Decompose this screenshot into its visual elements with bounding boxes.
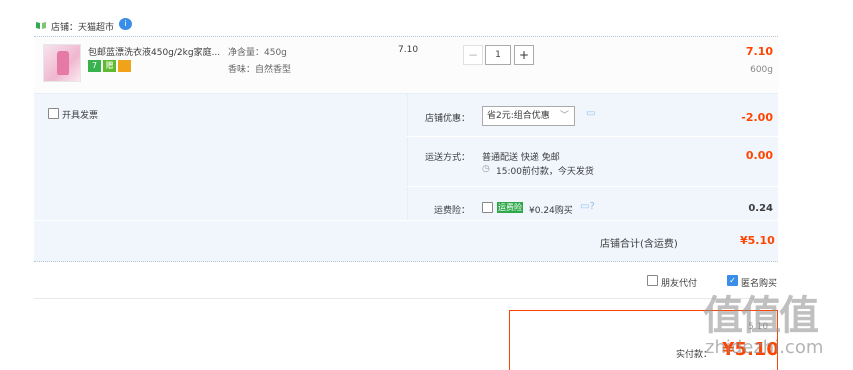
product-badges: 7赠	[88, 60, 133, 72]
shipping-label: 运送方式：	[425, 153, 471, 163]
shipping-note: 15:00前付款，今天发货	[496, 167, 594, 177]
seven-day-return-icon: 7	[88, 60, 101, 72]
divider	[407, 136, 778, 137]
divider	[407, 186, 778, 187]
gift-badge-icon: 赠	[103, 60, 116, 72]
divider	[34, 298, 778, 299]
wangwang-chat-icon[interactable]: i	[119, 18, 132, 30]
watermark-logo: 值值值	[703, 293, 819, 339]
discount-select-value: 省2元:组合优惠	[487, 111, 550, 121]
chevron-down-icon: ﹀	[559, 111, 569, 121]
shipping-method: 普通配送 快递 免邮	[482, 153, 560, 163]
insurance-tag: 运费险	[497, 202, 523, 213]
shipping-value: 0.00	[745, 149, 773, 162]
invoice-checkbox[interactable]	[48, 108, 59, 119]
shop-name[interactable]: 店铺：天猫超市	[51, 20, 114, 33]
shop-subtotal-label: 店铺合计(含运费)	[600, 239, 678, 250]
sku-weight: 净含量：450g	[228, 48, 287, 58]
quantity-decrease-button[interactable]: −	[463, 45, 483, 65]
discount-select[interactable]: 省2元:组合优惠 ﹀	[482, 106, 575, 126]
watermark-url: zhidezhi.com	[705, 337, 824, 358]
insurance-checkbox[interactable]	[482, 202, 493, 213]
insurance-label: 运费险：	[434, 206, 471, 216]
shop-subtotal-value: ¥5.10	[740, 234, 775, 247]
insurance-text: ¥0.24购买	[529, 206, 573, 216]
product-thumbnail[interactable]	[43, 44, 81, 82]
discount-label: 店铺优惠：	[425, 114, 471, 124]
quantity-increase-button[interactable]: +	[514, 45, 534, 65]
discount-info-icon[interactable]: ▭	[586, 108, 595, 119]
divider	[34, 220, 778, 221]
item-weight: 600g	[750, 65, 773, 75]
clock-icon: ◷	[482, 164, 490, 174]
insurance-value: 0.24	[748, 203, 773, 214]
sku-scent: 香味：自然香型	[228, 65, 292, 75]
quantity-input[interactable]: 1	[485, 45, 511, 65]
shop-icon	[36, 21, 46, 29]
card-payment-icon	[118, 60, 131, 72]
friend-pay-label[interactable]: 朋友代付	[661, 276, 697, 289]
invoice-label[interactable]: 开具发票	[62, 108, 98, 121]
product-title[interactable]: 包邮蓝漂洗衣液450g/2kg家庭...	[88, 45, 228, 58]
friend-pay-checkbox[interactable]	[647, 275, 658, 286]
help-icon[interactable]: ▭?	[580, 201, 595, 212]
discount-value: -2.00	[741, 111, 773, 124]
item-total: 7.10	[745, 45, 773, 58]
unit-price: 7.10	[398, 45, 419, 55]
